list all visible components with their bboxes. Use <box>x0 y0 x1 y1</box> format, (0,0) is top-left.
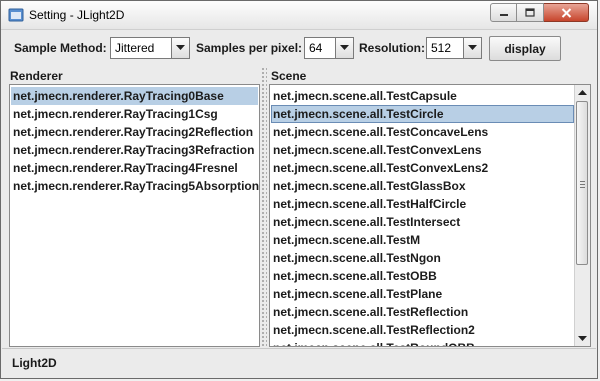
renderer-list-item[interactable]: net.jmecn.renderer.RayTracing3Refraction <box>11 141 258 159</box>
sample-method-select[interactable]: Jittered <box>110 37 190 59</box>
close-icon <box>561 7 571 18</box>
minimize-icon <box>499 13 508 16</box>
split-pane-divider[interactable] <box>261 67 267 347</box>
samples-per-pixel-label: Samples per pixel: <box>196 41 303 55</box>
scene-list-item[interactable]: net.jmecn.scene.all.TestNgon <box>271 249 574 267</box>
renderer-list-item[interactable]: net.jmecn.renderer.RayTracing4Fresnel <box>11 159 258 177</box>
display-button[interactable]: display <box>489 36 561 61</box>
scene-list[interactable]: net.jmecn.scene.all.TestCapsule net.jmecn… <box>269 84 591 347</box>
scene-scrollbar[interactable] <box>574 85 590 346</box>
maximize-icon <box>525 7 535 17</box>
renderer-list-item[interactable]: net.jmecn.renderer.RayTracing5Absorption <box>11 177 259 195</box>
minimize-button[interactable] <box>490 3 517 22</box>
maximize-button[interactable] <box>517 3 544 22</box>
java-app-icon <box>8 8 24 22</box>
resolution-label: Resolution: <box>359 41 425 55</box>
scene-list-item[interactable]: net.jmecn.scene.all.TestReflection2 <box>271 321 574 339</box>
dropdown-arrow-icon[interactable] <box>463 38 481 58</box>
renderer-list-item[interactable]: net.jmecn.renderer.RayTracing1Csg <box>11 105 258 123</box>
title-bar[interactable]: Setting - JLight2D <box>1 1 597 30</box>
scrollbar-thumb[interactable] <box>576 101 588 265</box>
renderer-list-item[interactable]: net.jmecn.renderer.RayTracing2Reflection <box>11 123 258 141</box>
close-button[interactable] <box>544 3 589 22</box>
scene-list-item[interactable]: net.jmecn.scene.all.TestRoundOBB <box>271 339 574 346</box>
scene-list-item[interactable]: net.jmecn.scene.all.TestCircle <box>271 105 574 123</box>
scene-list-item[interactable]: net.jmecn.scene.all.TestConvexLens2 <box>271 159 574 177</box>
arrow-up-icon <box>578 89 587 95</box>
dropdown-arrow-icon[interactable] <box>171 38 189 58</box>
scene-list-item[interactable]: net.jmecn.scene.all.TestM <box>271 231 574 249</box>
samples-per-pixel-value: 64 <box>309 41 323 55</box>
settings-toolbar: Sample Method: Jittered Samples per pixe… <box>1 30 597 67</box>
sample-method-label: Sample Method: <box>14 41 107 55</box>
scene-list-item[interactable]: net.jmecn.scene.all.TestReflection <box>271 303 574 321</box>
scene-list-item[interactable]: net.jmecn.scene.all.TestCapsule <box>271 87 574 105</box>
resolution-value: 512 <box>431 41 452 55</box>
scene-list-item[interactable]: net.jmecn.scene.all.TestIntersect <box>271 213 574 231</box>
scene-list-item[interactable]: net.jmecn.scene.all.TestHalfCircle <box>271 195 574 213</box>
window-title: Setting - JLight2D <box>29 8 125 22</box>
scroll-down-button[interactable] <box>575 331 590 346</box>
renderer-header: Renderer <box>10 69 63 83</box>
dropdown-arrow-icon[interactable] <box>335 38 353 58</box>
scene-list-item[interactable]: net.jmecn.scene.all.TestConvexLens <box>271 141 574 159</box>
scene-list-item[interactable]: net.jmecn.scene.all.TestConcaveLens <box>271 123 574 141</box>
renderer-list-item[interactable]: net.jmecn.renderer.RayTracing0Base <box>11 87 258 105</box>
window-controls <box>490 3 589 22</box>
app-window: Setting - JLight2D Sample Method: Jitter… <box>0 0 598 379</box>
scene-list-item[interactable]: net.jmecn.scene.all.TestOBB <box>271 267 574 285</box>
samples-per-pixel-select[interactable]: 64 <box>304 37 354 59</box>
scene-list-item[interactable]: net.jmecn.scene.all.TestPlane <box>271 285 574 303</box>
scroll-up-button[interactable] <box>575 85 590 100</box>
arrow-down-icon <box>578 335 587 341</box>
status-bar: Light2D <box>2 348 596 378</box>
scene-list-item[interactable]: net.jmecn.scene.all.TestGlassBox <box>271 177 574 195</box>
sample-method-value: Jittered <box>115 41 155 55</box>
resolution-select[interactable]: 512 <box>426 37 482 59</box>
status-text: Light2D <box>12 356 57 370</box>
renderer-list[interactable]: net.jmecn.renderer.RayTracing0Base net.jm… <box>9 84 260 347</box>
grip-icon <box>580 181 585 188</box>
scene-header: Scene <box>271 69 307 83</box>
